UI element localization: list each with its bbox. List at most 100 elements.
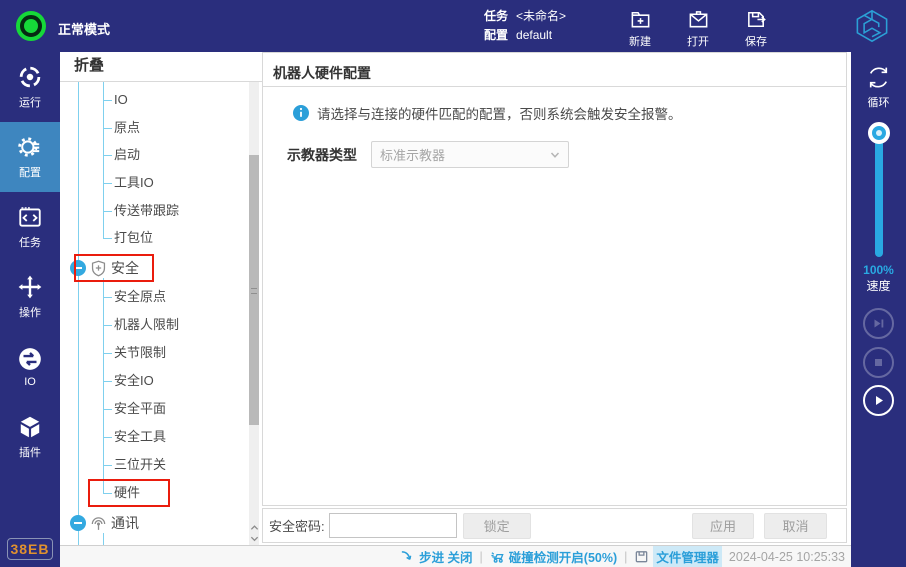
tree-trunk-line bbox=[78, 82, 79, 545]
tree-item-robot-limit[interactable]: 机器人限制 bbox=[103, 315, 179, 335]
config-label: 配置 bbox=[484, 28, 508, 42]
collision-icon bbox=[490, 549, 505, 564]
mode-label: 正常模式 bbox=[58, 19, 110, 38]
tree-item-conveyor[interactable]: 传送带跟踪 bbox=[103, 201, 179, 221]
tree-item-safety-home[interactable]: 安全原点 bbox=[103, 287, 166, 307]
task-value: <未命名> bbox=[516, 9, 566, 23]
loop-label: 循环 bbox=[868, 94, 890, 110]
error-code-badge[interactable]: 38EB bbox=[7, 538, 53, 560]
scroll-down-icon[interactable] bbox=[250, 534, 259, 543]
open-button[interactable]: 打开 bbox=[676, 5, 720, 49]
nav-item-operate[interactable]: 操作 bbox=[0, 262, 60, 332]
collapse-toggle-icon[interactable] bbox=[70, 515, 86, 531]
nav-item-plugin[interactable]: 插件 bbox=[0, 402, 60, 472]
shield-plus-icon bbox=[90, 260, 107, 277]
status-separator: | bbox=[480, 550, 483, 564]
speed-slider-track[interactable] bbox=[875, 133, 883, 257]
collapse-toggle-icon[interactable] bbox=[70, 260, 86, 276]
tree-collapse-header[interactable]: 折叠 bbox=[60, 52, 262, 82]
config-tree-panel: 折叠 IO 原点 启动 工具IO 传送带跟踪 打包位 安全 安全原点 机器人限制… bbox=[60, 52, 262, 545]
panel-title: 机器人硬件配置 bbox=[273, 63, 371, 83]
top-bar: 正常模式 任务<未命名> 配置default 新建 打开 保存 bbox=[0, 0, 906, 52]
tree-item-joint-limit[interactable]: 关节限制 bbox=[103, 343, 166, 363]
new-button[interactable]: 新建 bbox=[618, 5, 662, 49]
collision-detect-status[interactable]: 碰撞检测开启(50%) bbox=[490, 547, 617, 566]
step-arrow-icon bbox=[400, 549, 415, 564]
stop-icon bbox=[871, 355, 886, 370]
open-button-label: 打开 bbox=[687, 33, 709, 49]
nav-item-io[interactable]: IO bbox=[0, 332, 60, 402]
new-file-icon bbox=[629, 8, 652, 31]
tree-node-label: 安全 bbox=[111, 258, 139, 278]
datetime-label: 2024-04-25 10:25:33 bbox=[729, 550, 845, 564]
tree-node-comm[interactable]: 通讯 bbox=[70, 513, 139, 533]
status-bar: 步进 关闭 | 碰撞检测开启(50%) | 文件管理器 2024-04-25 1… bbox=[60, 545, 851, 567]
tree-item-startup[interactable]: 启动 bbox=[103, 145, 140, 165]
tree-item-origin[interactable]: 原点 bbox=[103, 118, 140, 138]
panel-divider bbox=[263, 86, 846, 87]
tree-item-safety-io[interactable]: 安全IO bbox=[103, 371, 154, 391]
pendant-type-label: 示教器类型 bbox=[287, 145, 371, 165]
speed-label: 速度 bbox=[851, 277, 906, 294]
task-config-info: 任务<未命名> 配置default bbox=[484, 7, 566, 45]
step-forward-icon bbox=[871, 316, 886, 331]
loop-icon bbox=[865, 64, 892, 91]
tree-item-packing[interactable]: 打包位 bbox=[103, 228, 153, 248]
apply-button[interactable]: 应用 bbox=[692, 513, 754, 539]
loop-mode-button[interactable]: 循环 bbox=[851, 64, 906, 110]
nav-item-config[interactable]: 配置 bbox=[0, 122, 60, 192]
info-icon bbox=[293, 105, 309, 121]
cube-logo-icon bbox=[854, 9, 890, 43]
pendant-type-row: 示教器类型 标准示教器 bbox=[287, 141, 569, 168]
pendant-type-value: 标准示教器 bbox=[380, 145, 550, 164]
tree-node-label: 通讯 bbox=[111, 513, 139, 533]
io-icon bbox=[17, 346, 43, 372]
tree-comm-branch-line bbox=[103, 533, 104, 545]
tree-item-3pos-switch[interactable]: 三位开关 bbox=[103, 455, 166, 475]
safety-password-bar: 安全密码: 锁定 应用 取消 bbox=[262, 508, 847, 543]
speed-slider-knob[interactable] bbox=[868, 122, 890, 144]
config-gear-icon bbox=[17, 134, 43, 160]
speed-value: 100% bbox=[851, 263, 906, 277]
nav-item-run[interactable]: 运行 bbox=[0, 52, 60, 122]
tree-item-io[interactable]: IO bbox=[103, 90, 128, 110]
file-manager-icon bbox=[634, 549, 649, 564]
tree-item-safety-plane[interactable]: 安全平面 bbox=[103, 399, 166, 419]
status-separator: | bbox=[624, 550, 627, 564]
nav-item-task[interactable]: 任务 bbox=[0, 192, 60, 262]
run-icon bbox=[17, 64, 43, 90]
right-control-sidebar: 循环 100% 速度 bbox=[851, 52, 906, 567]
save-icon bbox=[745, 8, 768, 31]
password-label: 安全密码: bbox=[269, 516, 325, 535]
brand-logo bbox=[854, 9, 890, 48]
tree-item-hardware[interactable]: 硬件 bbox=[103, 483, 140, 503]
tree-scrollbar-thumb[interactable] bbox=[249, 155, 259, 425]
plugin-cube-icon bbox=[17, 414, 43, 440]
password-input[interactable] bbox=[329, 513, 457, 538]
tree-item-safety-tool[interactable]: 安全工具 bbox=[103, 427, 166, 447]
open-file-icon bbox=[687, 8, 710, 31]
nav-item-label: 操作 bbox=[19, 304, 41, 320]
operate-arrows-icon bbox=[17, 274, 43, 300]
tree-scrollbar[interactable] bbox=[249, 82, 259, 545]
lock-button[interactable]: 锁定 bbox=[463, 513, 531, 539]
tree-node-safety[interactable]: 安全 bbox=[70, 258, 139, 278]
left-nav-sidebar: 运行 配置 任务 操作 IO bbox=[0, 52, 60, 567]
cancel-button[interactable]: 取消 bbox=[764, 513, 827, 539]
task-code-icon bbox=[17, 204, 43, 230]
step-mode-status[interactable]: 步进 关闭 bbox=[400, 547, 472, 566]
pendant-type-select[interactable]: 标准示教器 bbox=[371, 141, 569, 168]
nav-item-label: IO bbox=[24, 376, 36, 388]
nav-item-label: 配置 bbox=[19, 164, 41, 180]
play-button[interactable] bbox=[863, 385, 894, 416]
play-icon bbox=[871, 393, 886, 408]
topbar-actions: 新建 打开 保存 bbox=[618, 5, 778, 49]
nav-item-label: 运行 bbox=[19, 94, 41, 110]
tree-item-tool-io[interactable]: 工具IO bbox=[103, 173, 154, 193]
save-button-label: 保存 bbox=[745, 33, 767, 49]
save-button[interactable]: 保存 bbox=[734, 5, 778, 49]
stop-button[interactable] bbox=[863, 347, 894, 378]
scroll-up-icon[interactable] bbox=[250, 523, 259, 532]
file-manager-button[interactable]: 文件管理器 bbox=[634, 546, 722, 567]
step-forward-button[interactable] bbox=[863, 308, 894, 339]
